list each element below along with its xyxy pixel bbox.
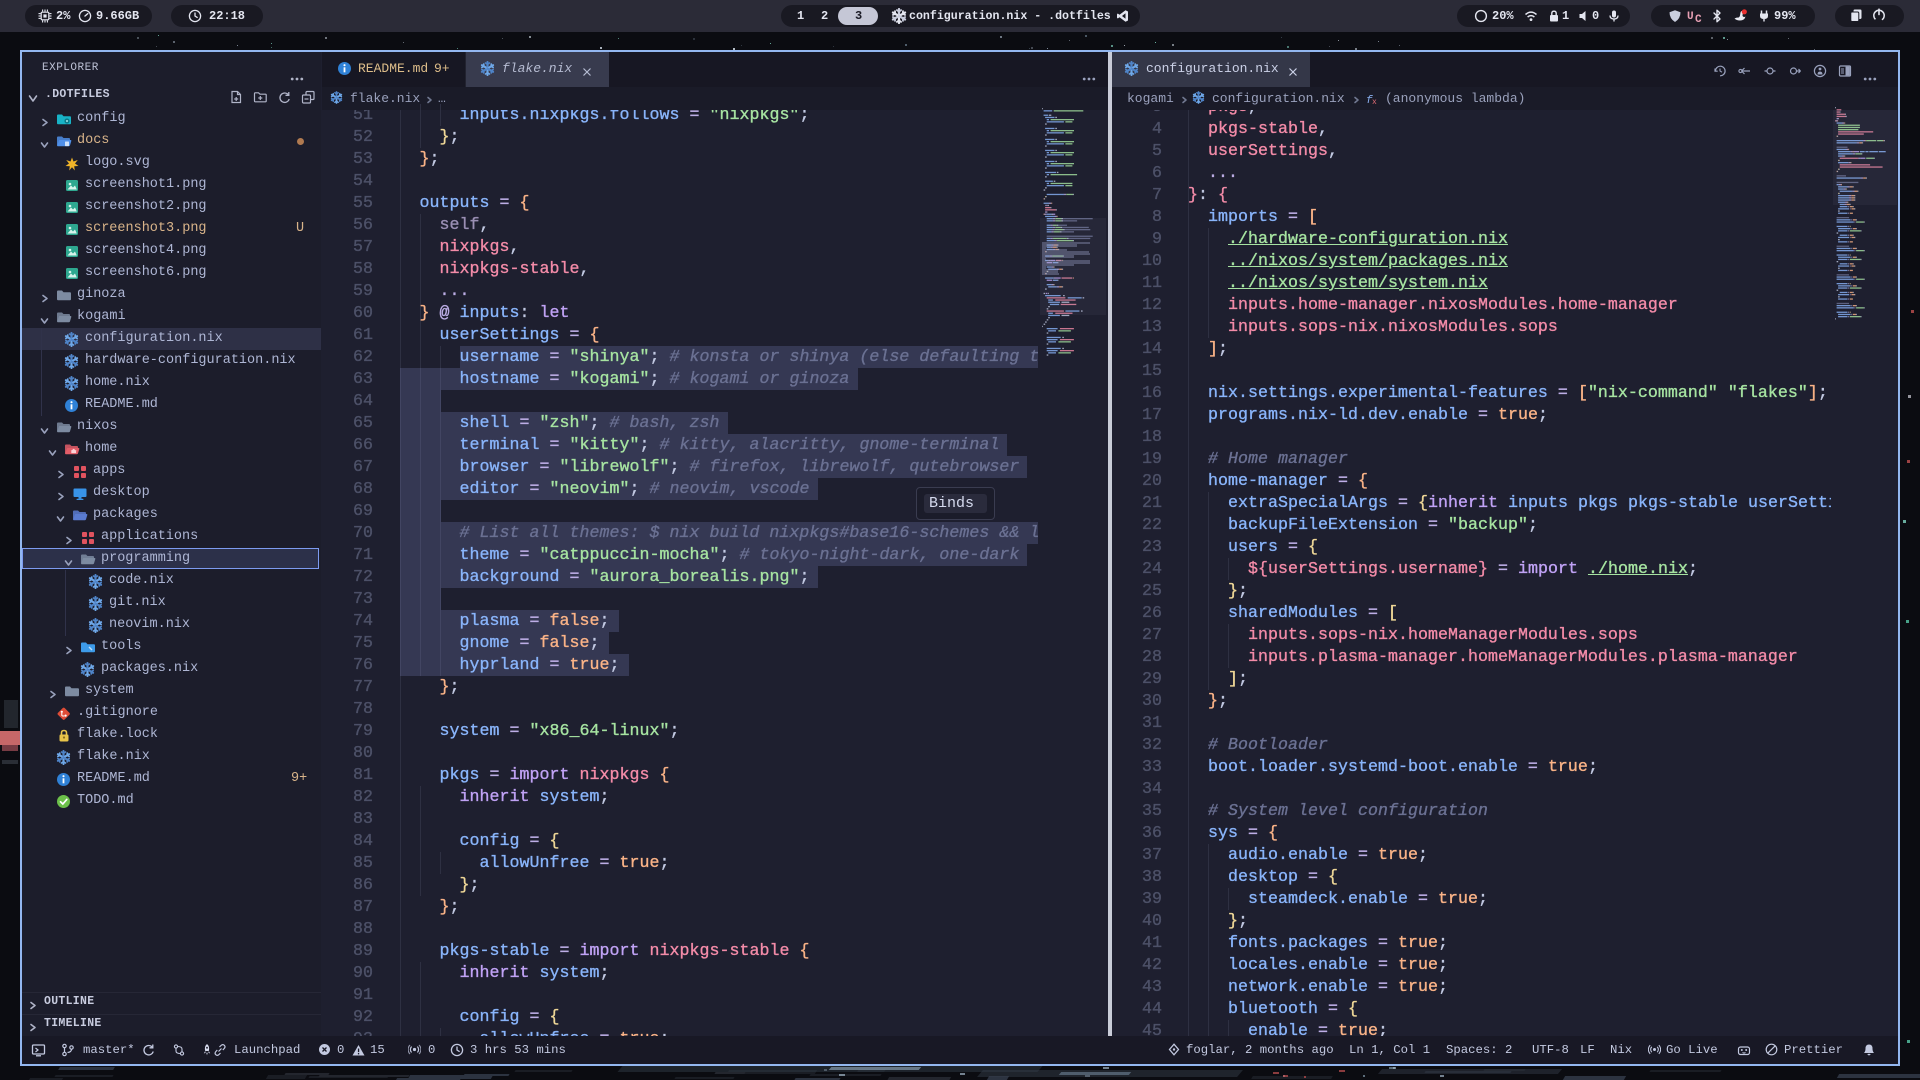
svg-text:x: x [1372, 98, 1377, 105]
